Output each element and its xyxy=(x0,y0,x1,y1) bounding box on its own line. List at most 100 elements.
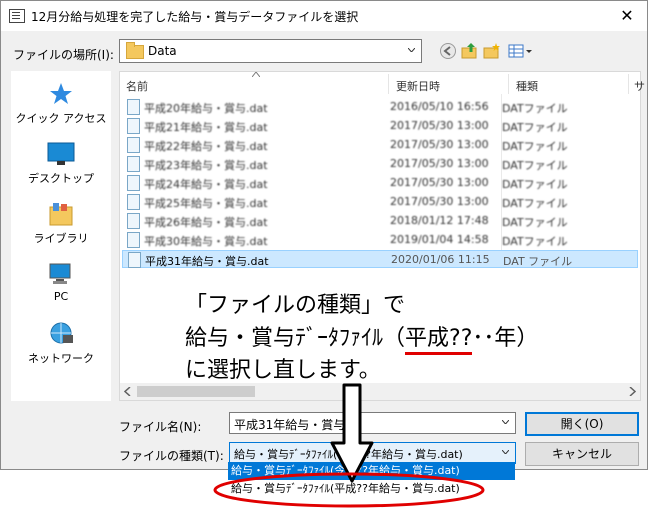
up-folder-icon[interactable] xyxy=(461,42,479,60)
file-name: 平成20年給与・賞与.dat xyxy=(144,102,268,115)
file-name: 平成31年給与・賞与.dat xyxy=(145,255,269,268)
file-date: 2016/05/10 16:56 xyxy=(390,100,489,113)
column-header-modified[interactable]: 更新日時 xyxy=(396,78,440,94)
table-row[interactable]: 平成25年給与・賞与.dat 2017/05/30 13:00 DATファイル xyxy=(122,193,638,211)
location-combo[interactable]: Data xyxy=(119,39,422,63)
highlight-ellipse xyxy=(213,472,485,508)
sidebar-item-label: ライブラリ xyxy=(33,232,89,245)
file-icon xyxy=(127,99,140,115)
network-icon xyxy=(50,322,73,344)
file-icon xyxy=(127,137,140,153)
file-type: DATファイル xyxy=(502,235,568,248)
sidebar-item-pc[interactable]: PC xyxy=(11,261,111,303)
file-icon xyxy=(127,118,140,134)
table-row[interactable]: 平成30年給与・賞与.dat 2019/01/04 14:58 DATファイル xyxy=(122,231,638,249)
sidebar-item-quick-access[interactable]: クイック アクセス xyxy=(11,81,111,126)
file-name: 平成25年給与・賞与.dat xyxy=(144,197,268,210)
desktop-icon xyxy=(47,142,75,165)
column-header-type[interactable]: 種類 xyxy=(516,78,538,94)
annotation-text: ･･年） xyxy=(472,326,539,351)
view-menu-icon[interactable] xyxy=(508,42,534,60)
chevron-down-icon xyxy=(502,450,509,454)
chevron-down-icon xyxy=(408,48,415,52)
horizontal-scrollbar[interactable] xyxy=(120,383,640,400)
scroll-left-icon[interactable] xyxy=(124,387,132,396)
folder-icon xyxy=(126,42,144,59)
table-row[interactable]: 平成24年給与・賞与.dat 2017/05/30 13:00 DATファイル xyxy=(122,174,638,192)
annotation-emphasis: 平成?? xyxy=(405,320,473,355)
file-icon xyxy=(128,252,141,268)
annotation-text: 給与・賞与ﾃﾞｰﾀﾌｧｲﾙ（ xyxy=(185,326,406,351)
table-row[interactable]: 平成20年給与・賞与.dat 2016/05/10 16:56 DATファイル xyxy=(122,98,638,116)
file-type: DATファイル xyxy=(502,140,568,153)
filetype-label: ファイルの種類(T): xyxy=(119,449,224,463)
file-type: DATファイル xyxy=(502,159,568,172)
file-icon xyxy=(127,232,140,248)
file-type: DATファイル xyxy=(502,197,568,210)
sidebar-item-label: デスクトップ xyxy=(28,172,94,185)
file-date: 2018/01/12 17:48 xyxy=(390,214,489,227)
file-icon xyxy=(127,175,140,191)
file-date: 2019/01/04 14:58 xyxy=(390,233,489,246)
cancel-button[interactable]: キャンセル xyxy=(525,442,639,466)
file-icon xyxy=(127,194,140,210)
file-date: 2017/05/30 13:00 xyxy=(390,176,489,189)
file-date: 2020/01/06 11:15 xyxy=(391,253,490,266)
new-folder-icon[interactable] xyxy=(483,42,501,60)
file-icon xyxy=(127,213,140,229)
file-date: 2017/05/30 13:00 xyxy=(390,138,489,151)
file-name: 平成23年給与・賞与.dat xyxy=(144,159,268,172)
file-type: DATファイル xyxy=(502,102,568,115)
file-open-dialog: 12月分給与処理を完了した給与・賞与データファイルを選択 ✕ ファイルの場所(I… xyxy=(0,0,648,470)
file-name: 平成30年給与・賞与.dat xyxy=(144,235,268,248)
file-name: 平成24年給与・賞与.dat xyxy=(144,178,268,191)
annotation-line-1: 「ファイルの種類」で xyxy=(185,293,406,318)
file-type: DATファイル xyxy=(502,216,568,229)
file-type: DATファイル xyxy=(502,121,568,134)
annotation-line-2: 給与・賞与ﾃﾞｰﾀﾌｧｲﾙ（平成??･･年） xyxy=(185,320,538,355)
column-divider[interactable] xyxy=(508,74,509,94)
column-divider[interactable] xyxy=(628,74,629,94)
pc-icon xyxy=(49,263,71,284)
app-icon xyxy=(9,9,25,23)
table-row[interactable]: 平成26年給与・賞与.dat 2018/01/12 17:48 DATファイル xyxy=(122,212,638,230)
star-icon xyxy=(50,83,72,104)
back-icon[interactable] xyxy=(439,42,457,60)
sort-ascending-icon xyxy=(252,72,260,77)
column-header-name[interactable]: 名前 xyxy=(126,78,148,94)
sidebar-item-libraries[interactable]: ライブラリ xyxy=(11,201,111,246)
places-sidebar: クイック アクセス デスクトップ ライブラリ PC ネットワーク xyxy=(11,71,111,401)
filename-value: 平成31年給与・賞与 xyxy=(234,418,346,432)
file-type: DAT ファイル xyxy=(503,255,573,268)
library-icon xyxy=(49,203,73,226)
annotation-line-3: に選択し直します。 xyxy=(185,358,381,383)
sidebar-item-network[interactable]: ネットワーク xyxy=(11,321,111,366)
column-divider[interactable] xyxy=(388,74,389,94)
filename-label: ファイル名(N): xyxy=(119,420,202,434)
location-folder-name: Data xyxy=(148,44,177,58)
close-button[interactable]: ✕ xyxy=(615,4,639,28)
sidebar-item-desktop[interactable]: デスクトップ xyxy=(11,141,111,186)
table-row[interactable]: 平成23年給与・賞与.dat 2017/05/30 13:00 DATファイル xyxy=(122,155,638,173)
scroll-right-icon[interactable] xyxy=(628,387,636,396)
arrow-down-icon xyxy=(330,383,374,483)
file-name: 平成21年給与・賞与.dat xyxy=(144,121,268,134)
table-row[interactable]: 平成22年給与・賞与.dat 2017/05/30 13:00 DATファイル xyxy=(122,136,638,154)
file-date: 2017/05/30 13:00 xyxy=(390,119,489,132)
location-label: ファイルの場所(I): xyxy=(13,48,114,62)
file-icon xyxy=(127,156,140,172)
scrollbar-thumb[interactable] xyxy=(137,386,255,397)
window-title: 12月分給与処理を完了した給与・賞与データファイルを選択 xyxy=(31,10,359,24)
title-bar: 12月分給与処理を完了した給与・賞与データファイルを選択 ✕ xyxy=(1,1,647,31)
file-name: 平成26年給与・賞与.dat xyxy=(144,216,268,229)
sidebar-item-label: PC xyxy=(53,290,69,303)
file-type: DATファイル xyxy=(502,178,568,191)
open-button[interactable]: 開く(O) xyxy=(525,412,639,436)
sidebar-item-label: クイック アクセス xyxy=(15,112,107,125)
file-name: 平成22年給与・賞与.dat xyxy=(144,140,268,153)
table-row[interactable]: 平成21年給与・賞与.dat 2017/05/30 13:00 DATファイル xyxy=(122,117,638,135)
column-header-size[interactable]: サ xyxy=(634,78,645,94)
file-date: 2017/05/30 13:00 xyxy=(390,157,489,170)
sidebar-item-label: ネットワーク xyxy=(28,352,94,365)
table-row-selected[interactable]: 平成31年給与・賞与.dat 2020/01/06 11:15 DAT ファイル xyxy=(122,250,638,268)
